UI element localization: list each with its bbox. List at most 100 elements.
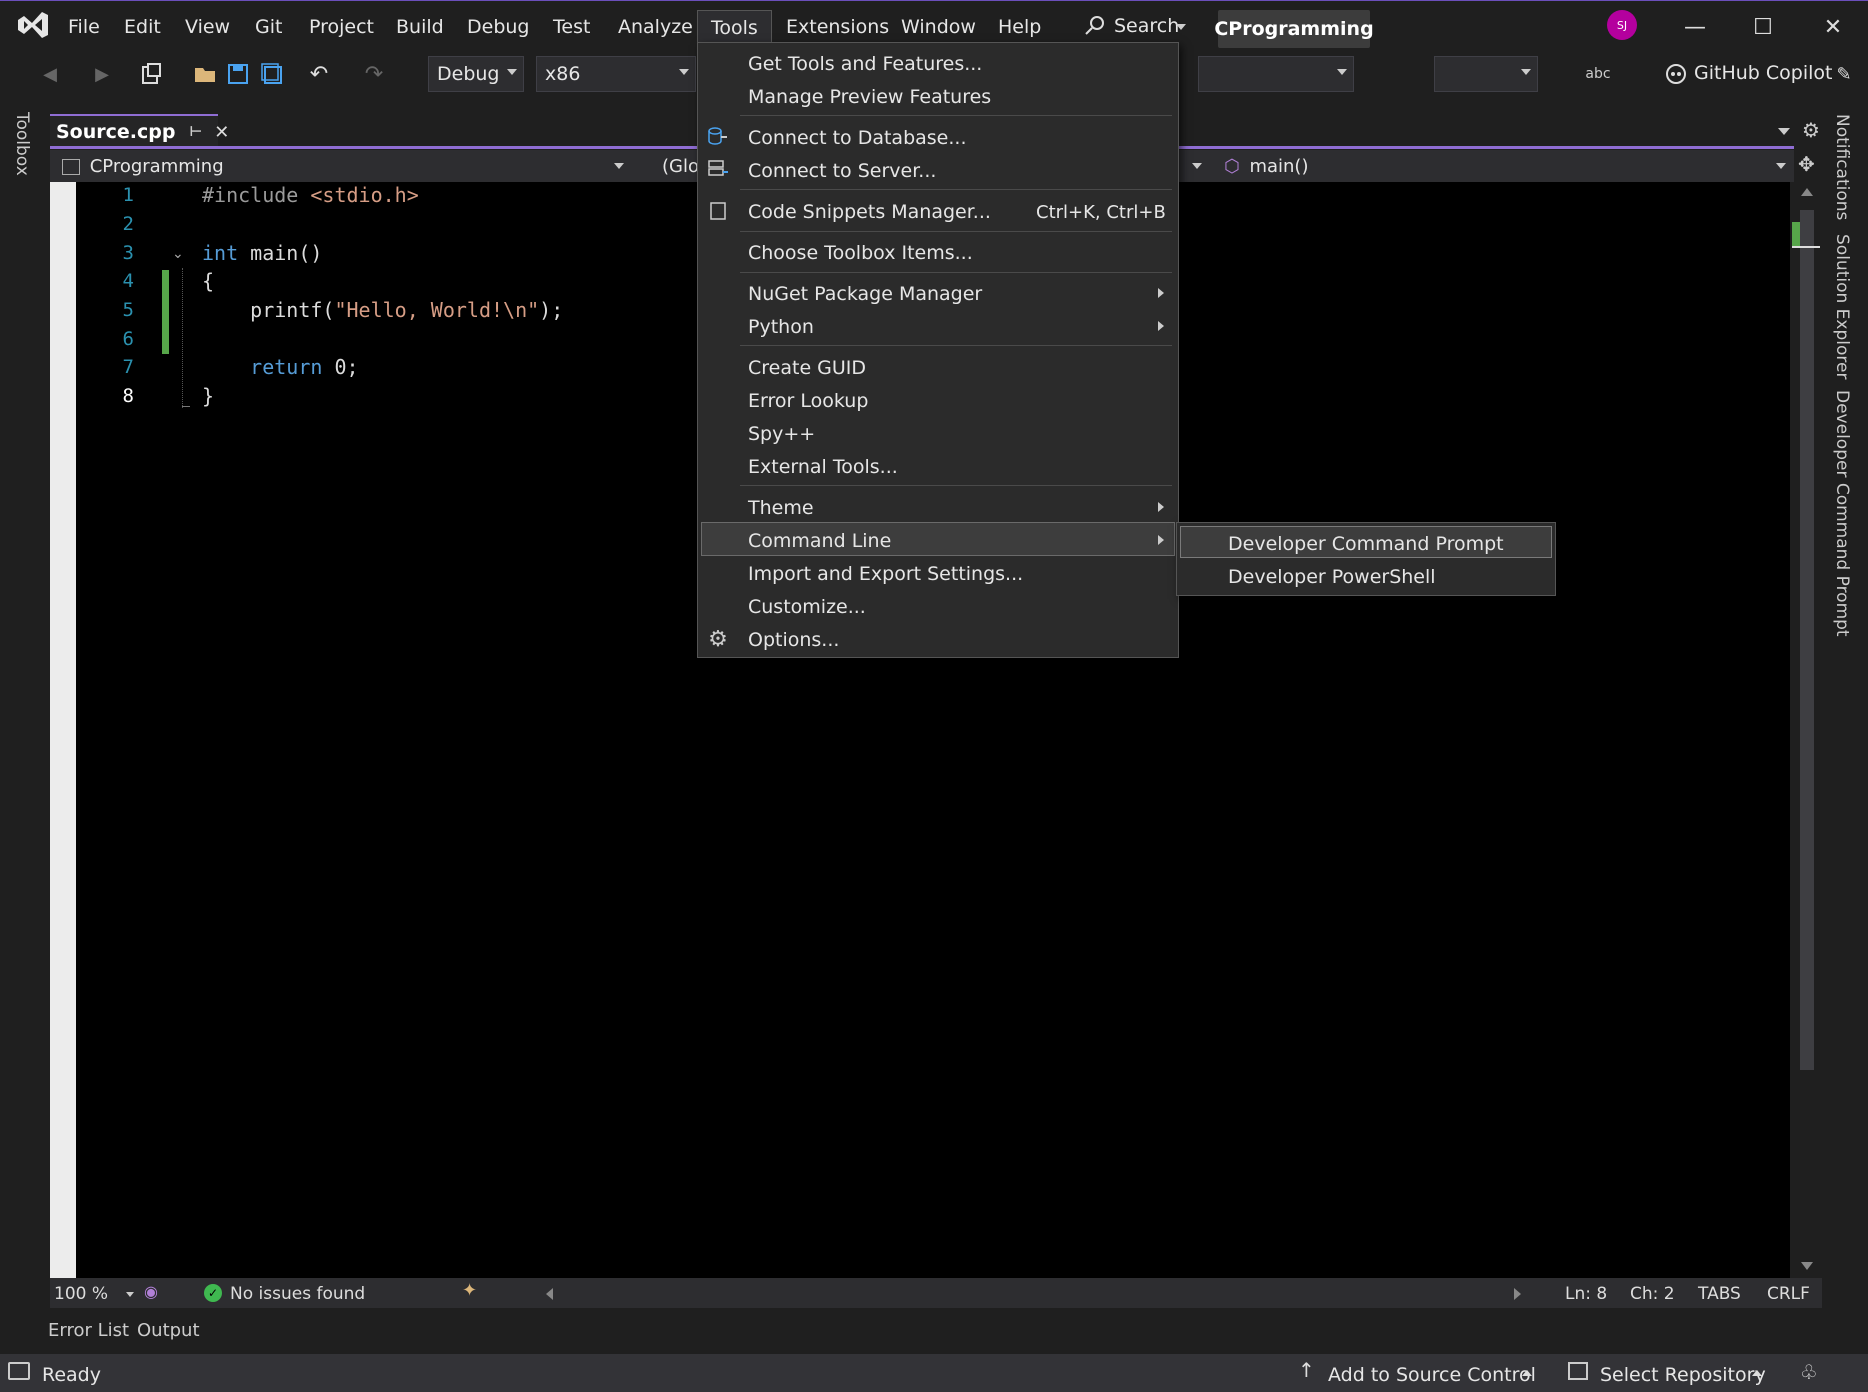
menu-debug[interactable]: Debug — [467, 16, 529, 38]
line-endings[interactable]: CRLF — [1767, 1284, 1810, 1304]
configuration-select[interactable]: Debug — [428, 56, 524, 92]
spell-check-icon[interactable]: abc — [1584, 60, 1612, 88]
column-position[interactable]: Ch: 2 — [1630, 1284, 1675, 1304]
code-line: #include <stdio.h> — [202, 183, 419, 207]
menu-project[interactable]: Project — [309, 16, 374, 38]
notifications-bell-icon[interactable]: ♧ — [1800, 1360, 1818, 1384]
save-all-icon[interactable] — [258, 60, 286, 88]
code-cleanup-icon[interactable]: ✦ — [462, 1280, 477, 1301]
menu-item-code-snippets[interactable]: Code Snippets Manager... — [748, 201, 991, 223]
horizontal-scroll-left-icon[interactable] — [546, 1288, 553, 1300]
zoom-level[interactable]: 100 % — [54, 1284, 108, 1304]
undo-icon[interactable]: ↶ — [305, 60, 333, 88]
menu-item-customize[interactable]: Customize... — [748, 596, 866, 618]
submenu-item-developer-powershell[interactable]: Developer PowerShell — [1228, 566, 1436, 588]
menu-item-command-line[interactable]: Command Line — [748, 530, 891, 552]
scope-navigation-combo[interactable]: (Glo — [654, 150, 700, 182]
search-label[interactable]: Search — [1114, 15, 1179, 37]
settings-gear-icon[interactable]: ⚙ — [1802, 118, 1820, 142]
line-number: 5 — [122, 299, 134, 321]
toolbox-tab[interactable]: Toolbox — [12, 112, 32, 176]
copilot-icon[interactable] — [1662, 60, 1690, 88]
search-dropdown-icon[interactable] — [1176, 24, 1186, 30]
repository-icon[interactable] — [1568, 1362, 1588, 1380]
menu-item-import-export[interactable]: Import and Export Settings... — [748, 563, 1023, 585]
developer-command-prompt-tab[interactable]: Developer Command Prompt — [1832, 390, 1852, 637]
horizontal-scroll-right-icon[interactable] — [1514, 1288, 1521, 1300]
menu-item-connect-database[interactable]: Connect to Database... — [748, 127, 967, 149]
notifications-tab[interactable]: Notifications — [1832, 114, 1852, 220]
indentation-mode[interactable]: TABS — [1698, 1284, 1741, 1304]
upload-arrow-icon[interactable]: ↑ — [1298, 1358, 1315, 1382]
solution-explorer-tab[interactable]: Solution Explorer — [1832, 234, 1852, 379]
menu-item-connect-server[interactable]: Connect to Server... — [748, 160, 936, 182]
menu-item-external-tools[interactable]: External Tools... — [748, 456, 898, 478]
split-editor-icon[interactable]: ✥ — [1798, 152, 1815, 176]
scope-combo-caret-icon[interactable] — [1192, 163, 1202, 169]
scrollbar-thumb[interactable] — [1800, 210, 1814, 1070]
collapse-region-icon[interactable]: ⌄ — [172, 246, 184, 262]
tab-overflow-icon[interactable] — [1778, 128, 1790, 135]
add-to-source-control[interactable]: Add to Source Control — [1328, 1364, 1536, 1386]
output-window-icon[interactable] — [8, 1362, 30, 1380]
close-tab-icon[interactable]: ✕ — [214, 122, 229, 143]
new-project-icon[interactable] — [138, 60, 166, 88]
menu-item-manage-preview[interactable]: Manage Preview Features — [748, 86, 991, 108]
menu-item-choose-toolbox[interactable]: Choose Toolbox Items... — [748, 242, 973, 264]
search-icon[interactable] — [1084, 14, 1106, 36]
menu-view[interactable]: View — [185, 16, 230, 38]
menu-item-create-guid[interactable]: Create GUID — [748, 357, 866, 379]
menu-build[interactable]: Build — [396, 16, 444, 38]
document-tab-source[interactable]: Source.cpp ⊢ ✕ — [50, 114, 229, 148]
menu-help[interactable]: Help — [998, 16, 1041, 38]
project-combo-value: CProgramming — [89, 156, 224, 177]
save-icon[interactable] — [224, 60, 252, 88]
open-file-icon[interactable] — [192, 60, 220, 88]
maximize-icon[interactable]: ☐ — [1743, 10, 1783, 44]
menu-extensions[interactable]: Extensions — [786, 16, 889, 38]
source-control-caret-icon[interactable] — [1522, 1370, 1532, 1376]
submenu-item-developer-command-prompt[interactable]: Developer Command Prompt — [1228, 533, 1504, 555]
menu-item-nuget[interactable]: NuGet Package Manager — [748, 283, 982, 305]
menu-analyze[interactable]: Analyze — [618, 16, 693, 38]
project-navigation-combo[interactable]: CProgramming — [54, 150, 628, 182]
toolbar-select-secondary[interactable] — [1434, 56, 1538, 92]
menu-file[interactable]: File — [68, 16, 100, 38]
visual-studio-logo-icon[interactable] — [16, 10, 50, 40]
tab-error-list[interactable]: Error List — [48, 1320, 129, 1341]
scroll-up-icon[interactable] — [1801, 188, 1813, 196]
menu-window[interactable]: Window — [901, 16, 976, 38]
copilot-label[interactable]: GitHub Copilot — [1694, 62, 1832, 84]
redo-icon[interactable]: ↷ — [360, 60, 388, 88]
menu-edit[interactable]: Edit — [124, 16, 161, 38]
code-text: printf( — [202, 298, 335, 322]
menu-item-python[interactable]: Python — [748, 316, 814, 338]
repository-caret-icon[interactable] — [1752, 1370, 1762, 1376]
platform-select[interactable]: x86 — [536, 56, 696, 92]
menu-item-get-tools[interactable]: Get Tools and Features... — [748, 53, 982, 75]
startup-item-select[interactable] — [1198, 56, 1354, 92]
feedback-icon[interactable]: ✎ — [1830, 60, 1858, 88]
zoom-dropdown-icon[interactable] — [126, 1292, 134, 1297]
issues-status[interactable]: No issues found — [230, 1284, 365, 1304]
line-position[interactable]: Ln: 8 — [1565, 1284, 1607, 1304]
menu-git[interactable]: Git — [255, 16, 282, 38]
navigate-back-icon[interactable]: ◀ — [36, 60, 64, 88]
navigate-forward-icon[interactable]: ▶ — [88, 60, 116, 88]
avatar[interactable]: SJ — [1607, 10, 1637, 40]
menu-item-error-lookup[interactable]: Error Lookup — [748, 390, 868, 412]
scroll-down-icon[interactable] — [1801, 1262, 1813, 1270]
pin-icon[interactable]: ⊢ — [189, 124, 202, 140]
member-navigation-combo[interactable]: ⬡ main() — [1216, 150, 1790, 182]
menu-item-theme[interactable]: Theme — [748, 497, 814, 519]
menu-item-options[interactable]: Options... — [748, 629, 839, 651]
platform-value: x86 — [545, 63, 581, 85]
menu-test[interactable]: Test — [553, 16, 590, 38]
minimize-icon[interactable]: — — [1675, 10, 1715, 44]
menu-tools[interactable]: Tools — [697, 10, 772, 45]
tab-output[interactable]: Output — [137, 1320, 200, 1341]
select-repository[interactable]: Select Repository — [1600, 1364, 1766, 1386]
close-window-icon[interactable]: ✕ — [1813, 10, 1853, 44]
intellicode-icon[interactable]: ◉ — [144, 1282, 158, 1301]
menu-item-spy[interactable]: Spy++ — [748, 423, 815, 445]
